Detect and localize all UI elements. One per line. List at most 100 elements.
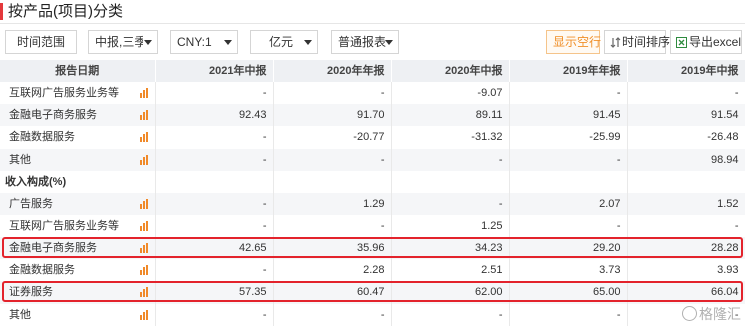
table-row: 证券服务 57.35 60.47 62.00 65.00 66.04 bbox=[0, 281, 745, 304]
show-empty-rows-label: 显示空行 bbox=[553, 35, 602, 49]
table-cell: -9.07 bbox=[391, 82, 510, 105]
title-divider bbox=[0, 23, 745, 24]
table-cell: 42.65 bbox=[155, 237, 274, 260]
table-cell: -26.48 bbox=[627, 126, 745, 149]
table-cell: 2.28 bbox=[273, 259, 392, 282]
table-cell: -25.99 bbox=[509, 126, 628, 149]
table-row: 互联网广告服务业务等 - - -9.07- - bbox=[0, 82, 745, 105]
table-cell: 91.54 bbox=[627, 104, 745, 127]
bar-chart-icon[interactable] bbox=[139, 154, 150, 165]
bar-chart-icon[interactable] bbox=[139, 265, 150, 276]
table-cell: 91.45 bbox=[509, 104, 628, 127]
table-cell: 66.04 bbox=[627, 281, 745, 304]
row-label: 广告服务 bbox=[0, 192, 156, 215]
table-cell: 62.00 bbox=[391, 281, 510, 304]
table-cell: 28.28 bbox=[627, 237, 745, 260]
export-label: 导出excel bbox=[689, 35, 742, 49]
table-row: 收入构成(%) bbox=[0, 170, 745, 193]
row-label-text: 其他 bbox=[9, 153, 31, 166]
title-accent-bar bbox=[0, 3, 3, 20]
table-cell: - bbox=[391, 303, 510, 326]
bar-chart-icon[interactable] bbox=[139, 287, 150, 298]
table-cell: -20.77 bbox=[273, 126, 392, 149]
table-cell: - bbox=[155, 214, 274, 238]
table-row: 互联网广告服务业务等 - -1.25- - bbox=[0, 214, 745, 238]
table-cell: - bbox=[273, 82, 392, 105]
watermark-text: 格隆汇 bbox=[699, 306, 741, 322]
row-label: 互联网广告服务业务等 bbox=[0, 214, 156, 238]
bar-chart-icon[interactable] bbox=[139, 132, 150, 143]
row-label-text: 广告服务 bbox=[9, 197, 53, 210]
row-label: 金融数据服务 bbox=[0, 259, 156, 282]
row-label-text: 互联网广告服务业务等 bbox=[9, 87, 119, 100]
table-cell: 1.52 bbox=[627, 192, 745, 215]
row-label: 金融电子商务服务 bbox=[0, 104, 156, 127]
table-row: 其他 - - - - - bbox=[0, 303, 745, 326]
row-label: 金融数据服务 bbox=[0, 126, 156, 149]
table-cell: 60.47 bbox=[273, 281, 392, 304]
row-label-text: 金融电子商务服务 bbox=[9, 242, 97, 255]
show-empty-rows-button[interactable]: 显示空行 bbox=[546, 30, 602, 54]
table-cell bbox=[155, 170, 274, 193]
table-cell: 91.70 bbox=[273, 104, 392, 127]
table-cell bbox=[509, 170, 628, 193]
row-label-text: 金融数据服务 bbox=[9, 131, 75, 144]
column-header[interactable]: 2020年年报 bbox=[273, 60, 392, 83]
row-label: 金融电子商务服务 bbox=[0, 237, 156, 260]
table-cell: - bbox=[509, 148, 628, 171]
table-cell: - bbox=[155, 126, 274, 149]
row-label-text: 金融电子商务服务 bbox=[9, 109, 97, 122]
currency-select[interactable]: CNY:1 bbox=[170, 30, 238, 54]
bar-chart-icon[interactable] bbox=[139, 243, 150, 254]
table-row: 金融电子商务服务 42.65 35.96 34.23 29.20 28.28 bbox=[0, 237, 745, 260]
time-range-button[interactable]: 时间范围 bbox=[5, 30, 77, 54]
table-row: 其他 - - - -98.94 bbox=[0, 148, 745, 171]
table-cell: 98.94 bbox=[627, 148, 745, 171]
table-cell: -31.32 bbox=[391, 126, 510, 149]
table-cell: - bbox=[509, 214, 628, 238]
column-header[interactable]: 2020年中报 bbox=[391, 60, 510, 83]
chevron-down-icon bbox=[224, 40, 232, 45]
row-label-text: 其他 bbox=[9, 308, 31, 321]
table-cell: 3.93 bbox=[627, 259, 745, 282]
table-header-row: 报告日期 2021年中报 2020年年报 2020年中报 2019年年报 201… bbox=[0, 60, 745, 83]
section-header: 按产品(项目)分类 bbox=[0, 0, 745, 24]
row-label: 互联网广告服务业务等 bbox=[0, 82, 156, 105]
table-cell bbox=[273, 170, 392, 193]
export-excel-button[interactable]: 导出excel bbox=[670, 30, 742, 54]
bar-chart-icon[interactable] bbox=[139, 198, 150, 209]
unit-select[interactable]: 亿元 bbox=[250, 30, 318, 54]
table-cell: - bbox=[273, 148, 392, 171]
column-header[interactable]: 2021年中报 bbox=[155, 60, 274, 83]
table-row: 金融数据服务 - -20.77 -31.32 -25.99 -26.48 bbox=[0, 126, 745, 149]
table-cell: 1.25 bbox=[391, 214, 510, 238]
chevron-down-icon bbox=[385, 40, 393, 45]
chevron-down-icon bbox=[304, 40, 312, 45]
table-cell: - bbox=[155, 148, 274, 171]
column-header: 报告日期 bbox=[0, 60, 156, 83]
watermark-logo-icon bbox=[682, 306, 697, 321]
table-cell: 57.35 bbox=[155, 281, 274, 304]
period-select-value: 中报,三季报 bbox=[95, 35, 143, 49]
chevron-down-icon bbox=[144, 40, 152, 45]
column-header[interactable]: 2019年年报 bbox=[509, 60, 628, 83]
table-cell: - bbox=[627, 214, 745, 238]
bar-chart-icon[interactable] bbox=[139, 220, 150, 231]
product-revenue-table: 报告日期 2021年中报 2020年年报 2020年中报 2019年年报 201… bbox=[0, 60, 745, 326]
table-cell: - bbox=[509, 82, 628, 105]
time-sort-button[interactable]: 时间排序 bbox=[604, 30, 670, 54]
column-header[interactable]: 2019年中报 bbox=[627, 60, 745, 83]
bar-chart-icon[interactable] bbox=[139, 309, 150, 320]
row-label: 其他 bbox=[0, 303, 156, 326]
period-select[interactable]: 中报,三季报 bbox=[88, 30, 158, 54]
bar-chart-icon[interactable] bbox=[139, 110, 150, 121]
report-type-select[interactable]: 普通报表 bbox=[331, 30, 399, 54]
table-cell: - bbox=[273, 214, 392, 238]
unit-select-value: 亿元 bbox=[269, 35, 294, 49]
table-cell: 65.00 bbox=[509, 281, 628, 304]
table-row: 广告服务 -1.29-2.07 1.52 bbox=[0, 192, 745, 215]
table-cell bbox=[627, 170, 745, 193]
bar-chart-icon[interactable] bbox=[139, 88, 150, 99]
table-cell: - bbox=[155, 192, 274, 215]
row-label: 其他 bbox=[0, 148, 156, 171]
